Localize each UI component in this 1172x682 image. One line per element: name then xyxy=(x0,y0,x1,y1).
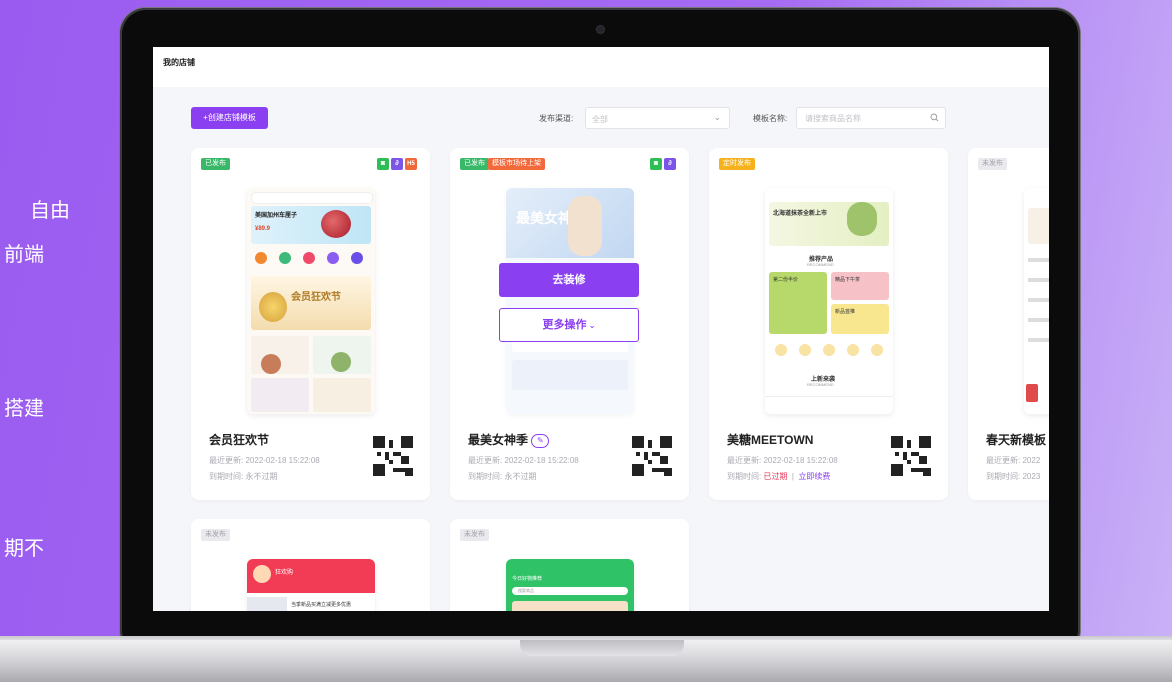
template-updated: 最近更新: 2022 xyxy=(986,455,1040,466)
side-text-line-3: 搭建 xyxy=(4,398,44,420)
template-name[interactable]: 最美女神季 ✎ xyxy=(468,431,550,448)
preview-item-1: 第二份半价 xyxy=(773,277,799,283)
status-badge: 未发布 xyxy=(978,158,1007,170)
search-icon[interactable] xyxy=(930,113,939,122)
template-expire: 到期时间: 永不过期 xyxy=(209,471,277,482)
mini-program-icon: ∂ xyxy=(664,158,676,170)
preview-promo-text: 当季新品买满立减更多优惠 xyxy=(291,602,352,608)
preview-search: 搜索商品 xyxy=(518,588,534,593)
expire-value: 永不过期 xyxy=(245,472,278,481)
template-card[interactable]: 未发布 今日好物推荐 搜索商品 xyxy=(450,519,689,611)
template-preview: 今日好物推荐 搜索商品 xyxy=(506,559,634,611)
template-card[interactable]: 未发布 春天新模板 最近更新: 2022 到期时间: 2023 xyxy=(968,148,1049,500)
decorate-button[interactable]: 去装修 xyxy=(499,263,639,297)
template-name-label: 模板名称: xyxy=(753,114,788,123)
template-card[interactable]: 已发布 ◙ ∂ H5 美国加州车厘子 ¥89.9 会员狂欢节 会员狂欢节 最近更… xyxy=(191,148,430,500)
wechat-icon: ◙ xyxy=(650,158,662,170)
updated-value: 2022 xyxy=(1022,456,1041,465)
channel-select[interactable]: 全部 ⌄ xyxy=(585,107,730,129)
preview-item-2: 精品下午茶 xyxy=(835,277,861,283)
status-badge: 未发布 xyxy=(460,529,489,541)
status-badge: 定时发布 xyxy=(719,158,755,170)
camera-icon xyxy=(597,26,604,33)
status-badge: 已发布 xyxy=(460,158,489,170)
h5-icon: H5 xyxy=(405,158,417,170)
expire-value: 永不过期 xyxy=(504,472,537,481)
market-badge: 模板市场待上架 xyxy=(488,158,545,170)
create-template-button[interactable]: +创建店铺模板 xyxy=(191,107,268,129)
template-name[interactable]: 美糖MEETOWN xyxy=(727,431,813,448)
edit-icon[interactable]: ✎ xyxy=(531,433,550,448)
page-header: 我的店铺 xyxy=(153,47,1049,87)
qr-code-icon[interactable] xyxy=(632,436,672,476)
renew-link[interactable]: 立即续费 xyxy=(798,472,830,481)
updated-label: 最近更新: xyxy=(209,456,244,465)
preview-item-3: 新品首推 xyxy=(835,309,856,315)
more-actions-button[interactable]: 更多操作 ⌄ xyxy=(499,308,639,342)
template-expire: 到期时间: 2023 xyxy=(986,471,1040,482)
side-text-line-1: 自由 xyxy=(30,200,70,222)
template-card[interactable]: 未发布 狂欢购 当季新品买满立减更多优惠 xyxy=(191,519,430,611)
updated-label: 最近更新: xyxy=(986,456,1021,465)
template-preview xyxy=(1024,188,1049,414)
template-preview: 北海道抹茶全新上市 推荐产品 RECOMMEND 第二份半价 精品下午茶 新品首… xyxy=(765,188,893,414)
template-name-text: 最美女神季 xyxy=(468,433,529,447)
chevron-down-icon: ⌄ xyxy=(586,321,596,330)
channel-select-value: 全部 xyxy=(592,115,608,124)
status-badge: 未发布 xyxy=(201,529,230,541)
preview-price: ¥89.9 xyxy=(255,226,271,232)
side-text-line-4: 期不 xyxy=(4,538,44,560)
updated-value: 2022-02-18 15:22:08 xyxy=(504,456,579,465)
updated-value: 2022-02-18 15:22:08 xyxy=(245,456,320,465)
preview-banner-title: 北海道抹茶全新上市 xyxy=(773,211,828,217)
expire-label: 到期时间: xyxy=(209,472,244,481)
template-name[interactable]: 会员狂欢节 xyxy=(209,431,269,448)
template-preview: 最美女神季 xyxy=(506,188,634,414)
status-badge: 已发布 xyxy=(201,158,230,170)
search-box[interactable] xyxy=(796,107,946,129)
toolbar: +创建店铺模板 发布渠道: 全部 ⌄ 模板名称: xyxy=(153,99,1049,129)
channel-filter-label: 发布渠道: xyxy=(539,114,574,123)
updated-label: 最近更新: xyxy=(468,456,503,465)
expire-label: 到期时间: xyxy=(727,472,762,481)
expire-value: 2023 xyxy=(1022,472,1041,481)
expire-label: 到期时间: xyxy=(986,472,1021,481)
template-card[interactable]: 已发布 模板市场待上架 ◙ ∂ 最美女神季 去装修 更多操作 ⌄ 最美女神季 ✎… xyxy=(450,148,689,500)
chevron-down-icon: ⌄ xyxy=(713,112,721,122)
wechat-icon: ◙ xyxy=(377,158,389,170)
mini-program-icon: ∂ xyxy=(391,158,403,170)
search-input[interactable] xyxy=(803,113,917,124)
template-expire: 到期时间: 已过期 | 立即续费 xyxy=(727,472,831,481)
template-name[interactable]: 春天新模板 xyxy=(986,431,1046,448)
expire-label: 到期时间: xyxy=(468,472,503,481)
qr-code-icon[interactable] xyxy=(891,436,931,476)
preview-promo: 会员狂欢节 xyxy=(291,292,341,303)
template-updated: 最近更新: 2022-02-18 15:22:08 xyxy=(209,455,320,466)
side-text-line-2: 前端 xyxy=(4,244,44,266)
expire-state: 已过期 xyxy=(763,472,788,481)
updated-value: 2022-02-18 15:22:08 xyxy=(763,456,838,465)
page-title: 我的店铺 xyxy=(163,58,195,67)
preview-section-1-en: RECOMMEND xyxy=(807,262,834,267)
template-updated: 最近更新: 2022-02-18 15:22:08 xyxy=(468,455,579,466)
preview-title: 今日好物推荐 xyxy=(512,576,543,582)
preview-section-2-en: RECOMMEND xyxy=(807,382,834,387)
template-preview: 狂欢购 当季新品买满立减更多优惠 xyxy=(247,559,375,611)
updated-label: 最近更新: xyxy=(727,456,762,465)
qr-code-icon[interactable] xyxy=(373,436,413,476)
laptop-screen: 我的店铺 +创建店铺模板 发布渠道: 全部 ⌄ 模板名称: 已发布 ◙ ∂ H5… xyxy=(153,47,1049,611)
more-actions-label: 更多操作 xyxy=(542,319,587,331)
preview-header-title: 狂欢购 xyxy=(275,570,294,576)
template-updated: 最近更新: 2022-02-18 15:22:08 xyxy=(727,455,838,466)
laptop-notch xyxy=(520,640,684,656)
template-expire: 到期时间: 永不过期 xyxy=(468,471,536,482)
preview-banner-title: 美国加州车厘子 xyxy=(255,213,298,219)
template-preview: 美国加州车厘子 ¥89.9 会员狂欢节 xyxy=(247,188,375,414)
template-card[interactable]: 定时发布 北海道抹茶全新上市 推荐产品 RECOMMEND 第二份半价 精品下午… xyxy=(709,148,948,500)
